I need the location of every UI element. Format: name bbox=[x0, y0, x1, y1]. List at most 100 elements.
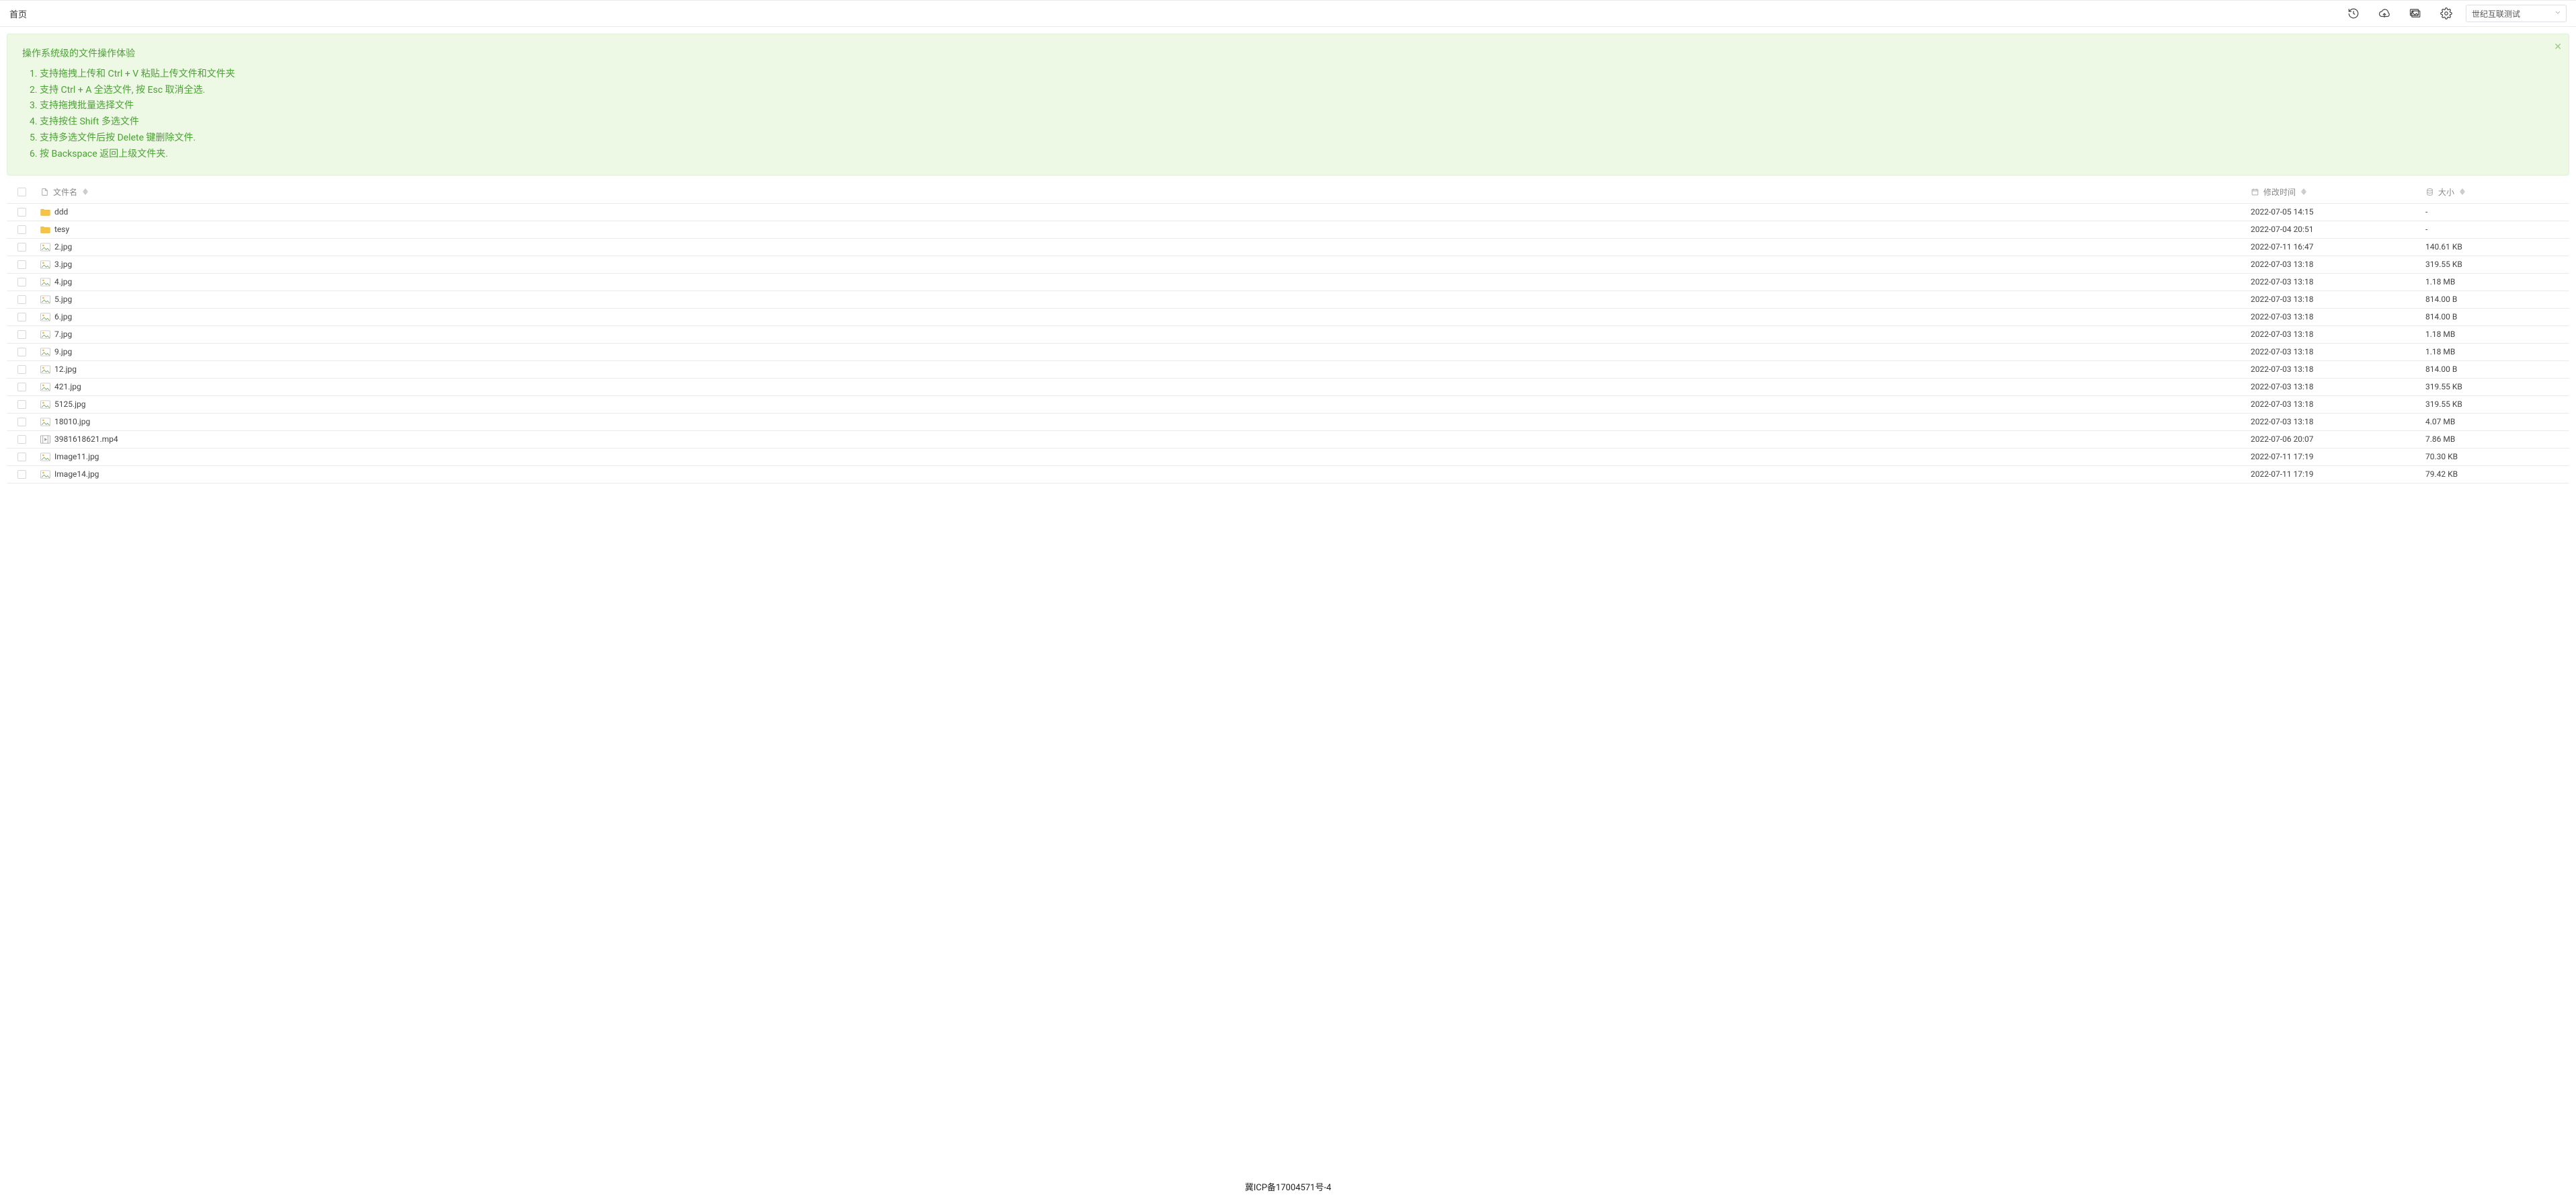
row-checkbox[interactable] bbox=[17, 383, 26, 391]
history-icon[interactable] bbox=[2347, 7, 2360, 20]
file-mtime: 2022-07-03 13:18 bbox=[2251, 330, 2313, 339]
image-icon bbox=[40, 418, 50, 426]
table-row[interactable]: ddd 2022-07-05 14:15 - bbox=[7, 204, 2569, 221]
table-row[interactable]: 2.jpg2022-07-11 16:47140.61 KB bbox=[7, 239, 2569, 256]
row-checkbox[interactable] bbox=[17, 208, 26, 217]
file-size: 1.18 MB bbox=[2425, 277, 2455, 286]
col-mtime[interactable]: 修改时间 bbox=[2247, 186, 2421, 198]
image-icon bbox=[40, 348, 50, 356]
table-row[interactable]: Image11.jpg 2022-07-11 17:19 70.30 KB bbox=[7, 449, 2569, 466]
table-row[interactable]: Image14.jpg2022-07-11 17:1979.42 KB bbox=[7, 466, 2569, 484]
col-size-label: 大小 bbox=[2438, 186, 2454, 198]
file-name[interactable]: Image11.jpg bbox=[54, 452, 99, 461]
file-name[interactable]: 6.jpg bbox=[54, 312, 72, 321]
file-name[interactable]: 5125.jpg bbox=[54, 399, 86, 409]
file-name[interactable]: 18010.jpg bbox=[54, 417, 90, 426]
table-row[interactable]: 12.jpg2022-07-03 13:18814.00 B bbox=[7, 361, 2569, 379]
image-icon bbox=[40, 313, 50, 321]
row-checkbox[interactable] bbox=[17, 365, 26, 374]
breadcrumb-home[interactable]: 首页 bbox=[9, 7, 27, 20]
file-size: 814.00 B bbox=[2425, 295, 2457, 304]
row-checkbox[interactable] bbox=[17, 348, 26, 356]
file-size: 70.30 KB bbox=[2425, 452, 2458, 461]
file-icon bbox=[40, 188, 49, 196]
file-mtime: 2022-07-03 13:18 bbox=[2251, 260, 2313, 269]
file-size: 79.42 KB bbox=[2425, 469, 2458, 479]
gallery-icon[interactable] bbox=[2409, 7, 2421, 20]
row-checkbox[interactable] bbox=[17, 400, 26, 409]
file-name[interactable]: tesy bbox=[54, 225, 69, 234]
file-name[interactable]: 3981618621.mp4 bbox=[54, 434, 118, 444]
file-name[interactable]: 9.jpg bbox=[54, 347, 72, 356]
image-icon bbox=[40, 330, 50, 339]
file-mtime: 2022-07-03 13:18 bbox=[2251, 399, 2313, 409]
file-name[interactable]: Image14.jpg bbox=[54, 469, 99, 479]
file-name[interactable]: 5.jpg bbox=[54, 295, 72, 304]
row-checkbox[interactable] bbox=[17, 295, 26, 304]
table-row[interactable]: 3.jpg 2022-07-03 13:18 319.55 KB bbox=[7, 256, 2569, 274]
cloud-upload-icon[interactable] bbox=[2378, 7, 2390, 20]
account-select[interactable]: 世纪互联测试 bbox=[2466, 5, 2567, 22]
image-icon bbox=[40, 243, 50, 252]
row-checkbox[interactable] bbox=[17, 313, 26, 321]
icp-link[interactable]: 冀ICP备17004571号-4 bbox=[1245, 1183, 1332, 1193]
table-row[interactable]: 9.jpg 2022-07-03 13:18 1.18 MB bbox=[7, 344, 2569, 361]
file-mtime: 2022-07-11 16:47 bbox=[2251, 242, 2313, 252]
file-mtime: 2022-07-03 13:18 bbox=[2251, 295, 2313, 304]
col-mtime-label: 修改时间 bbox=[2263, 186, 2296, 198]
folder-icon bbox=[40, 208, 50, 217]
table-row[interactable]: 18010.jpg2022-07-03 13:184.07 MB bbox=[7, 414, 2569, 431]
table-row[interactable]: 5125.jpg 2022-07-03 13:18 319.55 KB bbox=[7, 396, 2569, 414]
table-header: 文件名 修改时间 大小 bbox=[7, 181, 2569, 204]
col-name-label: 文件名 bbox=[53, 186, 77, 198]
file-size: - bbox=[2425, 225, 2427, 234]
file-name[interactable]: 4.jpg bbox=[54, 277, 72, 286]
row-checkbox[interactable] bbox=[17, 418, 26, 426]
gear-icon[interactable] bbox=[2440, 7, 2452, 20]
row-checkbox[interactable] bbox=[17, 330, 26, 339]
col-size[interactable]: 大小 bbox=[2421, 186, 2569, 198]
table-row[interactable]: 6.jpg2022-07-03 13:18814.00 B bbox=[7, 309, 2569, 326]
row-checkbox[interactable] bbox=[17, 453, 26, 461]
row-checkbox[interactable] bbox=[17, 243, 26, 252]
file-table: 文件名 修改时间 大小 ddd2022-07-05 14:15-tesy2022… bbox=[7, 181, 2569, 484]
row-checkbox[interactable] bbox=[17, 470, 26, 479]
row-checkbox[interactable] bbox=[17, 260, 26, 269]
table-row[interactable]: 5.jpg 2022-07-03 13:18 814.00 B bbox=[7, 291, 2569, 309]
row-checkbox[interactable] bbox=[17, 278, 26, 286]
file-name[interactable]: ddd bbox=[54, 207, 68, 217]
file-mtime: 2022-07-03 13:18 bbox=[2251, 364, 2313, 374]
calendar-icon bbox=[2251, 188, 2259, 196]
folder-icon bbox=[40, 225, 50, 234]
file-mtime: 2022-07-03 13:18 bbox=[2251, 347, 2313, 356]
image-icon bbox=[40, 365, 50, 374]
table-row[interactable]: 4.jpg2022-07-03 13:181.18 MB bbox=[7, 274, 2569, 291]
file-size: - bbox=[2425, 207, 2427, 217]
file-name[interactable]: 12.jpg bbox=[54, 364, 77, 374]
table-row[interactable]: 7.jpg2022-07-03 13:181.18 MB bbox=[7, 326, 2569, 344]
image-icon bbox=[40, 295, 50, 304]
file-name[interactable]: 421.jpg bbox=[54, 382, 81, 391]
file-size: 319.55 KB bbox=[2425, 399, 2462, 409]
close-icon[interactable]: ✕ bbox=[2554, 40, 2562, 56]
sort-icon bbox=[83, 188, 88, 195]
file-name[interactable]: 2.jpg bbox=[54, 242, 72, 252]
sort-icon bbox=[2460, 188, 2465, 195]
table-row[interactable]: 421.jpg2022-07-03 13:18319.55 KB bbox=[7, 379, 2569, 396]
col-name[interactable]: 文件名 bbox=[36, 186, 2247, 198]
file-mtime: 2022-07-05 14:15 bbox=[2251, 207, 2313, 217]
image-icon bbox=[40, 260, 50, 269]
file-mtime: 2022-07-03 13:18 bbox=[2251, 312, 2313, 321]
file-size: 1.18 MB bbox=[2425, 347, 2455, 356]
select-all-checkbox[interactable] bbox=[17, 188, 26, 196]
file-size: 319.55 KB bbox=[2425, 382, 2462, 391]
file-mtime: 2022-07-11 17:19 bbox=[2251, 452, 2313, 461]
row-checkbox[interactable] bbox=[17, 435, 26, 444]
file-name[interactable]: 3.jpg bbox=[54, 260, 72, 269]
topbar-actions bbox=[2347, 7, 2452, 20]
file-size: 319.55 KB bbox=[2425, 260, 2462, 269]
table-row[interactable]: tesy2022-07-04 20:51- bbox=[7, 221, 2569, 239]
table-row[interactable]: 3981618621.mp42022-07-06 20:077.86 MB bbox=[7, 431, 2569, 449]
row-checkbox[interactable] bbox=[17, 225, 26, 234]
file-name[interactable]: 7.jpg bbox=[54, 330, 72, 339]
